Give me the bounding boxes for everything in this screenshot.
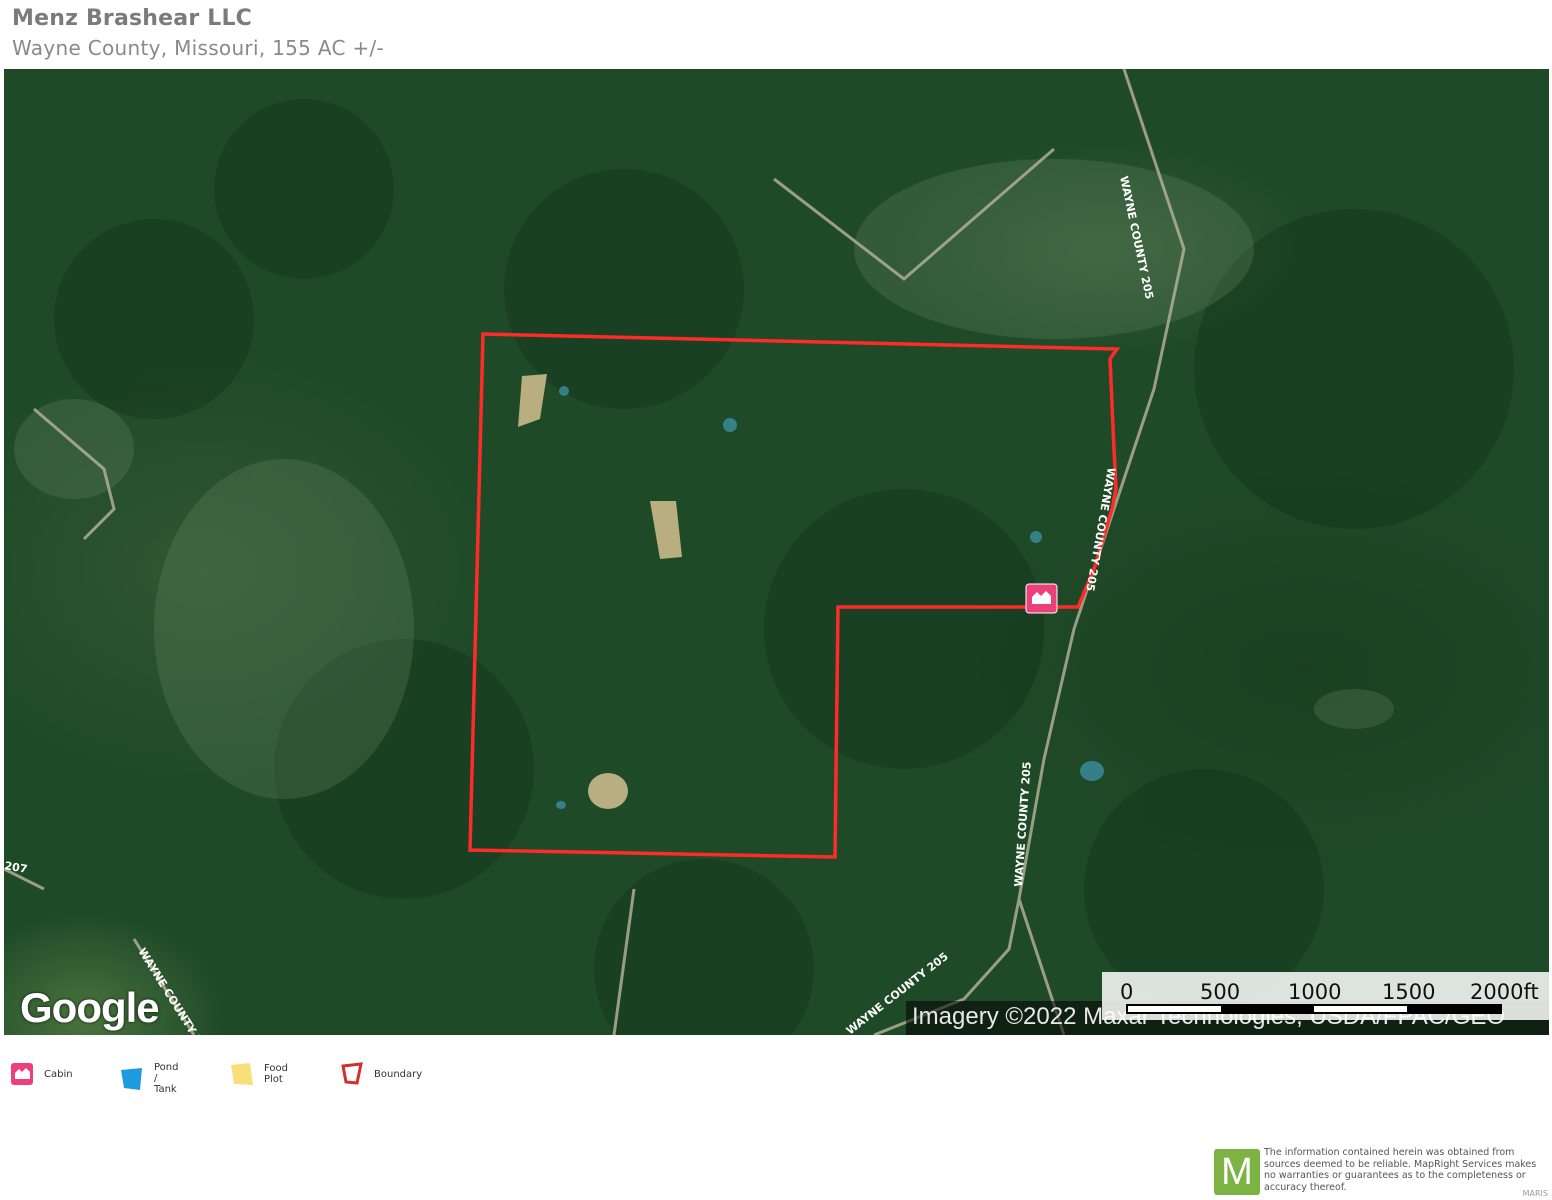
legend-label-food-plot: Food Plot: [264, 1063, 288, 1085]
scale-label-2000ft: 2000ft: [1470, 980, 1539, 1004]
google-logo: Google: [20, 984, 160, 1031]
food-plot-2: [650, 501, 682, 559]
pond-5: [1080, 761, 1104, 781]
scale-seg: [1407, 1006, 1500, 1012]
food-plots: [518, 374, 682, 809]
scale-label-500: 500: [1200, 980, 1241, 1004]
boundary-icon: [340, 1062, 364, 1086]
food-plot-icon: [230, 1062, 254, 1086]
scale-bar: 0 500 1000 1500 2000ft: [1102, 972, 1549, 1020]
scale-seg: [1221, 1006, 1314, 1012]
scale-label-1000: 1000: [1288, 980, 1342, 1004]
pond-1: [723, 418, 737, 432]
satellite-map[interactable]: WAYNE COUNTY 205 WAYNE COUNTY 205 WAYNE …: [4, 69, 1549, 1035]
cabin-icon: [10, 1062, 34, 1086]
map-header: Menz Brashear LLC Wayne County, Missouri…: [12, 6, 384, 60]
disclaimer: M The information contained herein was o…: [1214, 1147, 1544, 1195]
maris-watermark: MARIS: [1522, 1189, 1548, 1198]
legend-item-cabin: Cabin: [10, 1062, 73, 1086]
pond-2: [559, 386, 569, 396]
map-overlay: WAYNE COUNTY 205 WAYNE COUNTY 205 WAYNE …: [4, 69, 1514, 1035]
property-title: Menz Brashear LLC: [12, 6, 253, 31]
scale-label-1500: 1500: [1382, 980, 1436, 1004]
food-plot-1: [518, 374, 547, 427]
scale-seg: [1314, 1006, 1407, 1012]
cabin-marker[interactable]: [1025, 583, 1058, 614]
pond-4: [556, 801, 566, 809]
legend-item-pond: Pond / Tank: [120, 1062, 178, 1095]
scale-track: [1126, 1004, 1502, 1014]
property-subtitle: Wayne County, Missouri, 155 AC +/-: [12, 36, 385, 60]
road-label-5: 207: [4, 859, 28, 876]
road-label-3: WAYNE COUNTY 205: [1012, 761, 1034, 887]
pond-3: [1030, 531, 1042, 543]
pond-icon: [120, 1067, 144, 1091]
legend-label-pond: Pond / Tank: [154, 1062, 179, 1095]
legend-item-boundary: Boundary: [340, 1062, 422, 1086]
scale-label-0: 0: [1120, 980, 1134, 1004]
legend-label-boundary: Boundary: [374, 1068, 423, 1080]
road-label-2: WAYNE COUNTY 205: [1083, 466, 1118, 592]
legend-item-food-plot: Food Plot: [230, 1062, 288, 1086]
disclaimer-text: The information contained herein was obt…: [1264, 1147, 1537, 1193]
scale-seg: [1128, 1006, 1221, 1012]
legend-label-cabin: Cabin: [44, 1068, 73, 1080]
food-plot-3: [588, 773, 628, 809]
mapright-logo: M: [1214, 1149, 1260, 1195]
